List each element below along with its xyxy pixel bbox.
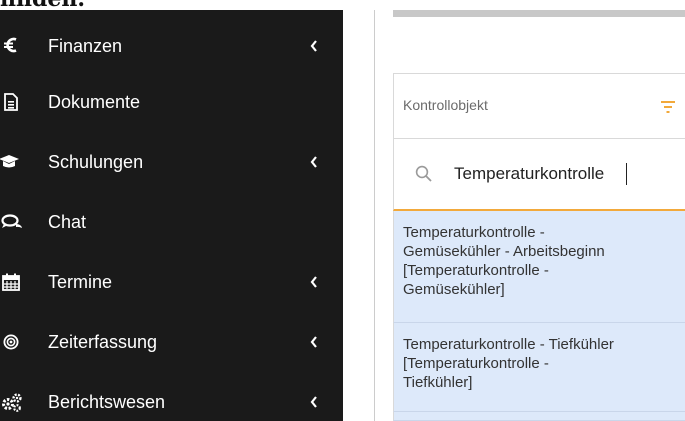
sidebar-item-label: Chat (48, 211, 87, 232)
chat-icon (0, 210, 24, 234)
dropdown-option[interactable]: Temperaturkontrolle - Tiefkühler [Temper… (393, 323, 685, 412)
calendar-icon (0, 270, 22, 294)
option-text-line: Gemüsekühler] (403, 281, 505, 298)
top-gray-bar (393, 10, 685, 17)
chevron-left-icon (308, 38, 320, 54)
option-text-line: Temperaturkontrolle - Tiefkühler (403, 336, 614, 353)
field-label: Kontrollobjekt (403, 97, 488, 113)
sidebar-item-dokumente[interactable]: Dokumente (0, 80, 343, 124)
chevron-left-icon (308, 154, 320, 170)
option-text-line: Gemüsekühler - Arbeitsbeginn (403, 243, 605, 260)
sidebar-item-label: Termine (48, 271, 113, 292)
chevron-left-icon (308, 274, 320, 290)
option-text-line: Temperaturkontrolle - (403, 224, 545, 241)
search-icon (415, 165, 433, 183)
chevron-left-icon (308, 334, 320, 350)
sidebar-item-termine[interactable]: Termine (0, 260, 343, 304)
search-box (393, 139, 685, 211)
sidebar-item-chat[interactable]: Chat (0, 200, 343, 244)
sidebar-item-zeiterfassung[interactable]: Zeiterfassung (0, 320, 343, 364)
option-text-line: [Temperaturkontrolle - (403, 355, 549, 372)
sidebar-item-label: Finanzen (48, 35, 123, 56)
sidebar-item-finanzen[interactable]: Finanzen (0, 24, 343, 68)
chevron-left-icon (308, 394, 320, 410)
dropdown-option[interactable]: Temperaturkontrolle - Gemüsekühler - Arb… (393, 211, 685, 323)
option-text-line: Tiefkühler] (403, 374, 473, 391)
target-icon (0, 330, 22, 354)
document-icon (0, 90, 22, 114)
filter-icon[interactable] (661, 100, 675, 113)
search-input[interactable] (454, 161, 684, 187)
sidebar: Finanzen Dokumente Schulungen Chat Termi… (0, 10, 343, 421)
sidebar-item-berichtswesen[interactable]: Berichtswesen (0, 380, 343, 421)
kontrollobjekt-select[interactable]: Kontrollobjekt (393, 73, 685, 139)
option-text-line: [Temperaturkontrolle - (403, 262, 549, 279)
sidebar-item-label: Dokumente (48, 91, 141, 112)
partial-heading-text: finden. (0, 0, 85, 12)
euro-icon (0, 33, 22, 57)
sidebar-item-label: Berichtswesen (48, 391, 166, 412)
graduation-cap-icon (0, 150, 22, 174)
cogs-icon (0, 390, 24, 414)
content-divider (374, 10, 375, 421)
sidebar-item-schulungen[interactable]: Schulungen (0, 140, 343, 184)
sidebar-item-label: Zeiterfassung (48, 331, 158, 352)
text-cursor (626, 163, 627, 185)
dropdown-option-partial[interactable] (393, 412, 685, 421)
sidebar-item-label: Schulungen (48, 151, 144, 172)
